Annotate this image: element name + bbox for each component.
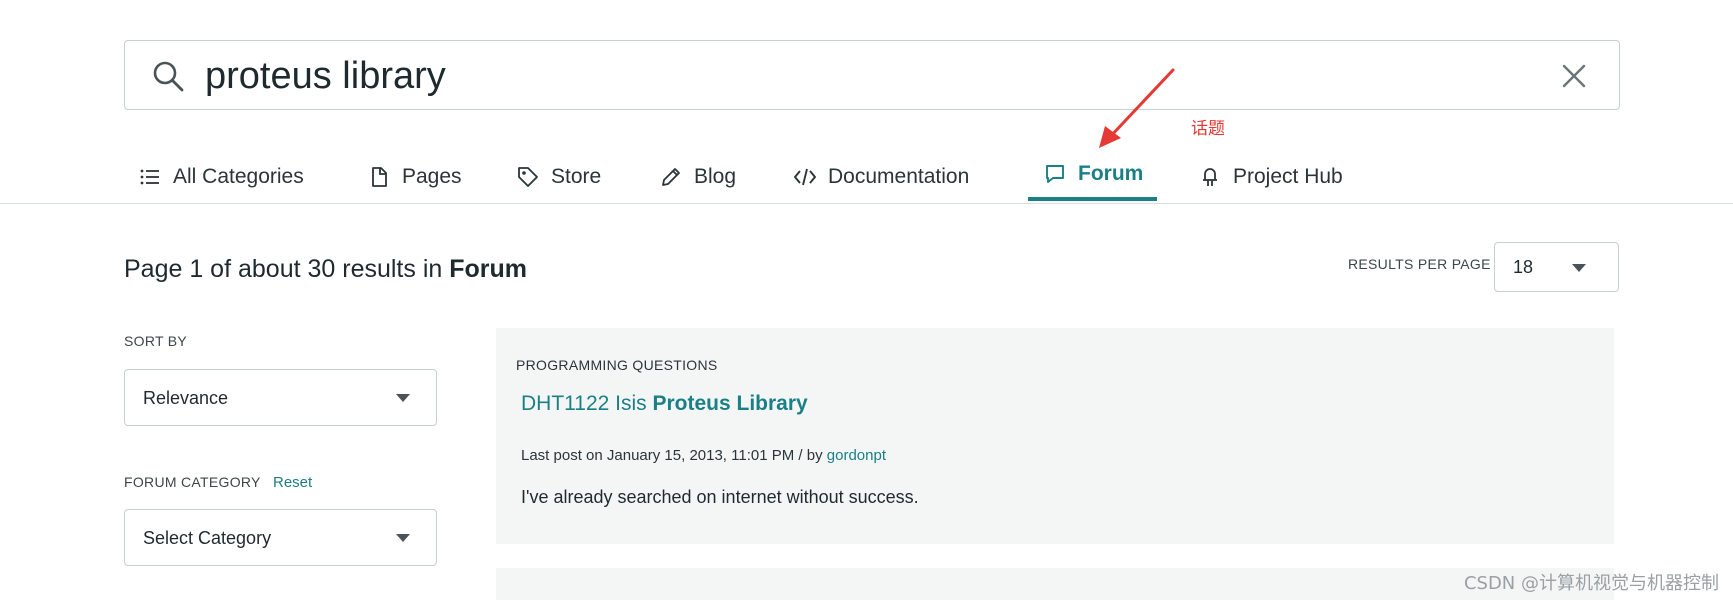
result-title-link[interactable]: DHT1122 Isis Proteus Library <box>521 392 808 416</box>
category-tabs: All Categories Pages Store Blog Document… <box>124 150 1733 204</box>
close-icon[interactable] <box>1561 63 1587 89</box>
tab-pages[interactable]: Pages <box>368 150 462 204</box>
results-summary: Page 1 of about 30 results in Forum <box>124 255 527 284</box>
result-snippet: I've already searched on internet withou… <box>521 487 919 507</box>
results-per-page-value: 18 <box>1513 257 1534 277</box>
search-icon <box>153 61 184 92</box>
tab-label: Forum <box>1078 162 1144 185</box>
result-card: PROGRAMMING QUESTIONS DHT1122 Isis Prote… <box>496 328 1614 544</box>
search-box[interactable] <box>124 40 1620 110</box>
chevron-down-icon <box>396 394 410 402</box>
tab-label: Store <box>551 165 602 188</box>
list-icon <box>140 169 159 185</box>
tab-project-hub[interactable]: Project Hub <box>1199 150 1343 204</box>
result-category: PROGRAMMING QUESTIONS <box>516 357 718 373</box>
forum-category-select[interactable]: Select Category <box>124 509 437 566</box>
tab-forum[interactable]: Forum <box>1027 147 1158 201</box>
pencil-icon <box>662 168 680 186</box>
tab-blog[interactable]: Blog <box>660 150 736 204</box>
results-summary-text: Page 1 of about 30 results in <box>124 255 443 283</box>
annotation-label: 话题 <box>1191 119 1225 139</box>
forum-category-label: FORUM CATEGORY <box>124 474 261 490</box>
tag-icon <box>518 167 538 187</box>
sort-by-value: Relevance <box>143 388 229 408</box>
sort-by-label: SORT BY <box>124 333 188 349</box>
results-per-page-select[interactable]: 18 <box>1494 242 1619 292</box>
tab-label: Pages <box>402 165 462 188</box>
tab-all-categories[interactable]: All Categories <box>139 150 304 204</box>
results-per-page-label: RESULTS PER PAGE <box>1348 256 1491 272</box>
annotation-arrow-icon <box>1099 68 1175 148</box>
tab-label: Blog <box>694 165 737 188</box>
tabs-divider <box>0 203 1733 204</box>
chevron-down-icon <box>1572 264 1586 272</box>
watermark: CSDN @计算机视觉与机器控制 <box>1463 573 1719 594</box>
page-icon <box>372 167 387 187</box>
result-meta-text: Last post on January 15, 2013, 11:01 PM … <box>521 447 823 464</box>
sort-by-select[interactable]: Relevance <box>124 369 437 426</box>
result-title-highlight: Proteus Library <box>652 392 808 415</box>
tab-label: All Categories <box>173 165 304 188</box>
results-summary-category: Forum <box>449 255 528 283</box>
result-title-text: DHT1122 Isis <box>521 392 647 415</box>
tab-documentation[interactable]: Documentation <box>794 150 969 204</box>
reset-link[interactable]: Reset <box>273 474 312 491</box>
search-input[interactable] <box>205 51 1505 101</box>
forum-category-value: Select Category <box>143 528 272 548</box>
result-card <box>496 568 1614 600</box>
chevron-down-icon <box>396 534 410 542</box>
result-meta: Last post on January 15, 2013, 11:01 PM … <box>521 447 886 464</box>
project-hub-icon <box>1203 168 1217 186</box>
tab-label: Documentation <box>828 165 970 188</box>
result-author-link[interactable]: gordonpt <box>827 447 886 464</box>
chat-bubble-icon <box>1046 165 1064 183</box>
tab-label: Project Hub <box>1233 165 1343 188</box>
tab-store[interactable]: Store <box>517 150 601 204</box>
code-icon <box>794 168 816 186</box>
